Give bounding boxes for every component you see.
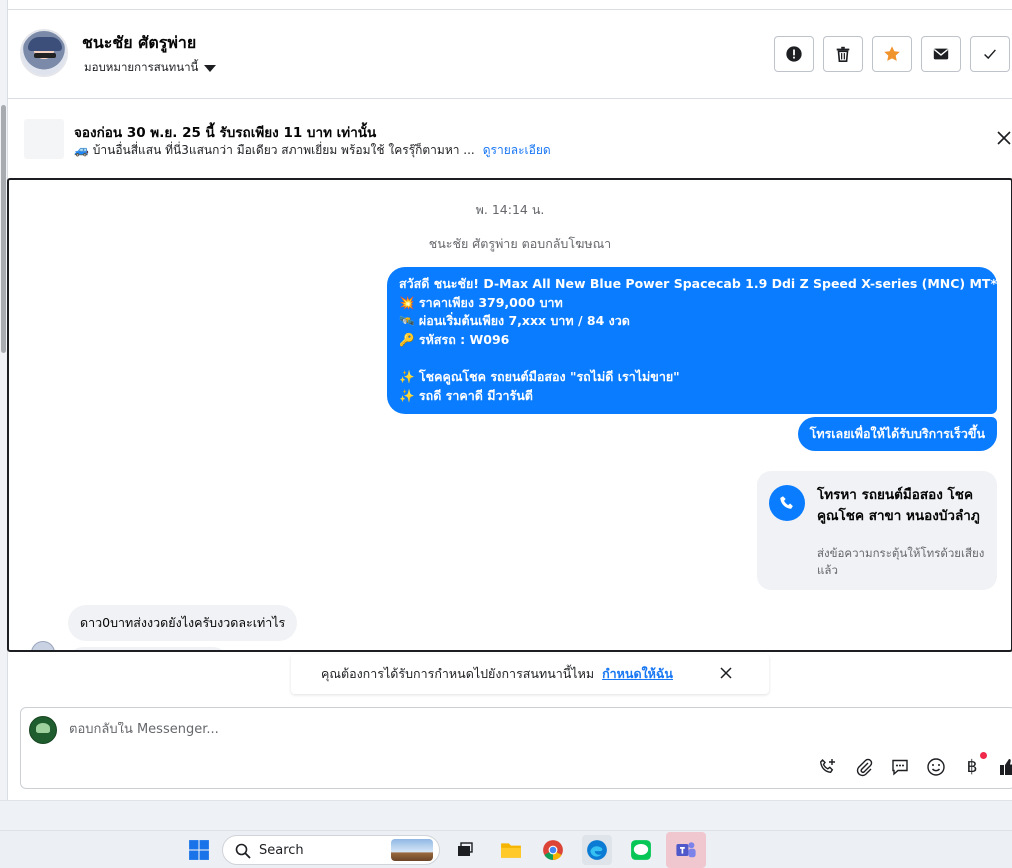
window-bottom-strip — [0, 800, 1012, 830]
file-explorer-button[interactable] — [496, 835, 526, 865]
emoji-button[interactable] — [925, 756, 947, 778]
smiley-icon — [927, 758, 945, 776]
outgoing-message[interactable]: สวัสดี ชนะชัย! D-Max All New Blue Power … — [387, 267, 1012, 415]
incoming-message[interactable]: ดาว0บาทส่งงวดยังไงครับงวดละเท่าไร — [68, 605, 298, 641]
mark-done-button[interactable] — [970, 36, 1010, 72]
windows-taskbar: Search — [0, 830, 1012, 868]
edge-button[interactable] — [582, 835, 612, 865]
message-line: ✨ โชคคูณโชค รถยนต์มือสอง "รถไม่ดี เราไม่… — [399, 368, 680, 384]
message-thread[interactable]: พ. 14:14 น. ชนะชัย ศัตรูพ่าย ตอบกลับโฆษณ… — [7, 178, 1012, 652]
search-highlight-image — [391, 839, 433, 861]
paperclip-icon — [856, 758, 873, 777]
composer-tools: ฿ — [817, 752, 1012, 778]
contact-name[interactable]: ชนะชัย ศัตรูพ่าย — [82, 31, 196, 56]
assign-dropdown[interactable]: มอบหมายการสนทนานี้ — [84, 59, 217, 77]
close-icon[interactable] — [996, 130, 1012, 146]
windows-logo-icon — [189, 840, 209, 860]
chrome-icon — [543, 840, 563, 860]
phone-icon — [769, 485, 805, 521]
reply-composer: ฿ — [20, 707, 1012, 789]
trash-icon — [836, 46, 850, 63]
mark-unread-button[interactable] — [921, 36, 961, 72]
task-view-icon — [458, 842, 473, 856]
assign-to-me-link[interactable]: กำหนดให้ฉัน — [602, 664, 673, 684]
message-timestamp: พ. 14:14 น. — [475, 202, 545, 217]
ad-reply-note: ชนะชัย ศัตรูพ่าย ตอบกลับโฆษณา — [428, 236, 612, 251]
cta-message[interactable]: โทรเลยเพื่อให้ได้รับบริการเร็วขึ้น — [797, 417, 997, 451]
caret-down-icon — [204, 64, 217, 72]
message-line: 🛰️ ผ่อนเริ่มต้นเพียง 7,xxx บาท / 84 งวด — [399, 313, 630, 329]
message-line: 💥 ราคาเพียง 379,000 บาท — [399, 294, 563, 310]
ad-details-link[interactable]: ดูรายละเอียด — [483, 141, 551, 160]
saved-replies-button[interactable] — [889, 756, 911, 778]
top-divider — [8, 0, 1012, 10]
incoming-message-partial[interactable] — [68, 647, 228, 650]
sender-avatar — [31, 641, 55, 650]
ad-context-banner: จองก่อน 30 พ.ย. 25 นี้ รับรถเพียง 11 บาท… — [8, 100, 1012, 176]
scrollbar-thumb[interactable] — [1, 105, 6, 353]
taskbar-search[interactable]: Search — [222, 835, 440, 865]
page-avatar — [29, 716, 57, 744]
like-button[interactable] — [997, 756, 1012, 778]
message-line: ✨ รถดี ราคาดี มีวารันตี — [399, 387, 533, 403]
ad-title: จองก่อน 30 พ.ย. 25 นี้ รับรถเพียง 11 บาท… — [74, 125, 377, 141]
check-icon — [984, 49, 996, 60]
header-actions — [774, 36, 1010, 72]
phone-plus-icon — [819, 758, 835, 774]
attach-button[interactable] — [853, 756, 875, 778]
star-icon — [884, 46, 900, 61]
payment-button[interactable]: ฿ — [961, 752, 987, 778]
reply-input[interactable] — [69, 722, 769, 737]
call-card-title: โทรหา รถยนต์มือสอง โชคคูณโชค สาขา หนองบั… — [817, 487, 980, 524]
chat-bubble-icon — [892, 759, 908, 776]
assign-prompt-text: คุณต้องการได้รับการกำหนดไปยังการสนทนานี้… — [321, 666, 595, 681]
envelope-icon — [933, 48, 949, 60]
thumbs-up-icon — [1000, 759, 1012, 775]
start-button[interactable] — [184, 835, 214, 865]
chrome-button[interactable] — [538, 835, 568, 865]
call-request-button[interactable] — [817, 756, 839, 778]
inbox-window: ชนะชัย ศัตรูพ่าย มอบหมายการสนทนานี้ จองก… — [0, 0, 1012, 800]
call-card-subtitle: ส่งข้อความกระตุ้นให้โทรด้วยเสียงแล้ว — [817, 546, 985, 577]
conversation-header: ชนะชัย ศัตรูพ่าย มอบหมายการสนทนานี้ — [8, 10, 1012, 99]
teams-icon — [676, 842, 696, 858]
contact-avatar[interactable] — [20, 29, 68, 77]
close-icon[interactable] — [719, 666, 733, 680]
ad-thumbnail[interactable] — [24, 119, 64, 159]
edge-icon — [587, 840, 607, 860]
line-icon — [631, 840, 651, 860]
folder-icon — [501, 843, 521, 858]
baht-icon: ฿ — [966, 757, 978, 777]
message-line-blank — [399, 349, 985, 368]
ad-subtitle: 🚙 บ้านอื่นสี่แสน ที่นี่3แสนกว่า มือเดียว… — [74, 143, 475, 157]
mark-spam-button[interactable] — [774, 36, 814, 72]
assign-prompt: คุณต้องการได้รับการกำหนดไปยังการสนทนานี้… — [291, 654, 769, 694]
exclamation-icon — [786, 46, 802, 62]
task-view-button[interactable] — [450, 835, 480, 865]
star-button[interactable] — [872, 36, 912, 72]
search-label: Search — [259, 843, 304, 858]
message-line: 🔑 รหัสรถ : W096 — [399, 331, 510, 347]
call-card[interactable]: โทรหา รถยนต์มือสอง โชคคูณโชค สาขา หนองบั… — [757, 471, 997, 590]
teams-button[interactable] — [666, 832, 706, 868]
delete-button[interactable] — [823, 36, 863, 72]
message-line: สวัสดี ชนะชัย! D-Max All New Blue Power … — [399, 276, 1012, 291]
ad-subtitle-row: 🚙 บ้านอื่นสี่แสน ที่นี่3แสนกว่า มือเดียว… — [74, 141, 551, 160]
search-icon — [235, 843, 251, 859]
assign-label: มอบหมายการสนทนานี้ — [84, 60, 199, 74]
notification-dot — [980, 752, 987, 759]
line-app-button[interactable] — [626, 835, 656, 865]
